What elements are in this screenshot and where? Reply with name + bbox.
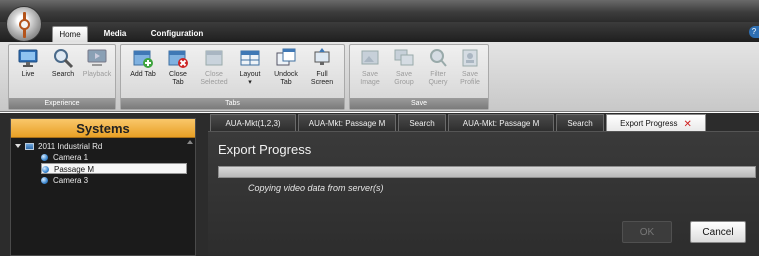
tree-site-node[interactable]: 2011 Industrial Rd — [15, 141, 102, 152]
playback-monitor-icon — [87, 49, 107, 66]
scroll-up-icon[interactable] — [187, 140, 193, 144]
group-label-experience: Experience — [9, 98, 115, 109]
close-tab-button[interactable]: Close Tab — [163, 47, 193, 99]
ribbon: Live Search Playback Experience Add Tab … — [0, 42, 759, 112]
ribbon-tab-home[interactable]: Home — [52, 26, 88, 42]
playback-button[interactable]: Playback — [81, 47, 113, 99]
magnifier-icon — [54, 49, 74, 69]
camera-icon — [41, 177, 48, 184]
group-label-tabs: Tabs — [121, 98, 344, 109]
layout-button[interactable]: Layout ▾ — [233, 47, 267, 99]
layout-dropdown-arrow: ▾ — [248, 79, 252, 86]
fullscreen-icon — [314, 48, 330, 65]
export-progress-pane: Export Progress Copying video data from … — [208, 131, 759, 256]
export-heading: Export Progress — [218, 142, 312, 157]
tab-search-2[interactable]: Search — [556, 114, 604, 131]
monitor-icon — [18, 49, 38, 67]
cancel-button[interactable]: Cancel — [690, 221, 746, 243]
ribbon-tab-configuration[interactable]: Configuration — [146, 26, 208, 42]
tree-camera-3[interactable]: Camera 3 — [41, 175, 88, 186]
add-tab-button[interactable]: Add Tab — [125, 47, 161, 99]
save-image-button[interactable]: Save Image — [354, 47, 386, 99]
tree-camera-label: Camera 3 — [53, 176, 89, 185]
expand-arrow-icon[interactable] — [15, 144, 21, 148]
tab-aua-mkt-123[interactable]: AUA-Mkt(1,2,3) — [210, 114, 296, 131]
close-selected-button[interactable]: Close Selected — [197, 47, 231, 99]
save-group-button[interactable]: Save Group — [388, 47, 420, 99]
tree-camera-passage-m[interactable]: Passage M — [41, 163, 187, 174]
ribbon-group-tabs: Add Tab Close Tab Close Selected Layout … — [120, 44, 345, 110]
camera-icon — [41, 154, 48, 161]
group-label-save: Save — [350, 98, 488, 109]
add-tab-icon — [133, 50, 153, 68]
tab-aua-mkt-passage-m-2[interactable]: AUA-Mkt: Passage M — [448, 114, 554, 131]
save-group-icon — [394, 49, 414, 66]
ribbon-tab-strip: Home Media Configuration — [0, 22, 759, 42]
filter-icon — [430, 49, 447, 67]
save-profile-icon — [462, 49, 478, 67]
tree-camera-1[interactable]: Camera 1 — [41, 152, 88, 163]
site-icon — [25, 143, 34, 150]
tree-site-label: 2011 Industrial Rd — [38, 142, 103, 151]
filter-query-button[interactable]: Filter Query — [422, 47, 454, 99]
ribbon-group-save: Save Image Save Group Filter Query Save … — [349, 44, 489, 110]
full-screen-button[interactable]: Full Screen — [305, 47, 339, 99]
layout-grid-icon — [240, 50, 260, 66]
ribbon-tab-media[interactable]: Media — [98, 26, 132, 42]
undock-icon — [276, 48, 296, 66]
export-progress-bar — [218, 166, 756, 178]
tree-camera-label: Passage M — [54, 165, 95, 174]
close-selected-icon — [205, 50, 223, 66]
close-tab-icon — [168, 50, 188, 68]
ribbon-group-experience: Live Search Playback Experience — [8, 44, 116, 110]
camera-icon — [42, 166, 49, 173]
systems-panel-title: Systems — [11, 119, 195, 138]
help-icon[interactable]: ? — [749, 26, 759, 38]
title-bar — [0, 0, 759, 22]
live-button[interactable]: Live — [13, 47, 43, 99]
save-profile-button[interactable]: Save Profile — [454, 47, 486, 99]
export-status-text: Copying video data from server(s) — [248, 183, 384, 193]
close-icon[interactable]: ✕ — [683, 120, 691, 130]
tab-search[interactable]: Search — [398, 114, 446, 131]
ok-button[interactable]: OK — [622, 221, 672, 243]
tree-camera-label: Camera 1 — [53, 153, 89, 162]
tab-export-progress[interactable]: Export Progress ✕ — [606, 114, 706, 131]
systems-panel: Systems 2011 Industrial Rd Camera 1 Pass… — [10, 118, 196, 256]
undock-tab-button[interactable]: Undock Tab — [269, 47, 303, 99]
app-menu-orb-icon[interactable] — [6, 6, 42, 42]
tab-aua-mkt-passage-m[interactable]: AUA-Mkt: Passage M — [298, 114, 396, 131]
search-button[interactable]: Search — [47, 47, 79, 99]
tab-label: Export Progress — [620, 119, 678, 128]
save-image-icon — [361, 50, 379, 65]
